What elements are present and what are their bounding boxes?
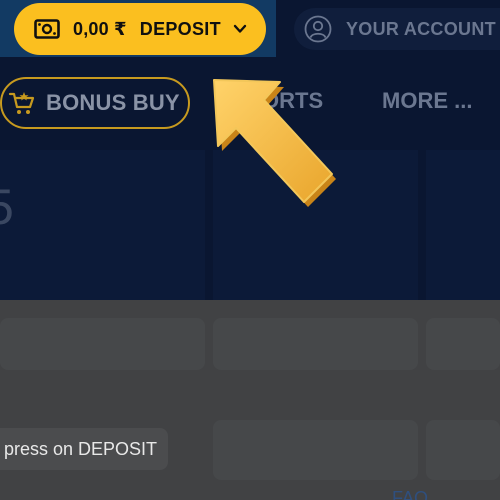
content-card: [213, 318, 418, 370]
deposit-label: DEPOSIT: [139, 18, 221, 39]
faq-link[interactable]: FAQ: [392, 488, 428, 500]
content-card: [426, 318, 500, 370]
content-card: [213, 420, 418, 480]
bonus-buy-button[interactable]: BONUS BUY: [0, 77, 190, 129]
bonus-buy-label: BONUS BUY: [46, 90, 180, 115]
account-label: YOUR ACCOUNT: [346, 18, 496, 39]
background-tile: [426, 150, 500, 300]
instruction-hint: press on DEPOSIT: [0, 428, 168, 470]
content-card: [0, 318, 205, 370]
nav-more[interactable]: MORE ...: [382, 88, 472, 114]
background-tile: [0, 150, 205, 300]
hero-digit: 5: [0, 178, 14, 236]
cash-icon: [34, 19, 60, 39]
pointer-arrow-icon: [213, 79, 336, 207]
hint-text: press on DEPOSIT: [4, 438, 158, 459]
user-icon: [304, 15, 332, 43]
deposit-button[interactable]: 0,00 ₹ DEPOSIT: [14, 3, 266, 55]
chevron-down-icon: [233, 24, 247, 33]
balance-amount: 0,00 ₹: [73, 18, 127, 39]
content-card: [426, 420, 500, 480]
cart-icon: [8, 92, 35, 114]
your-account-button[interactable]: YOUR ACCOUNT: [294, 8, 500, 50]
